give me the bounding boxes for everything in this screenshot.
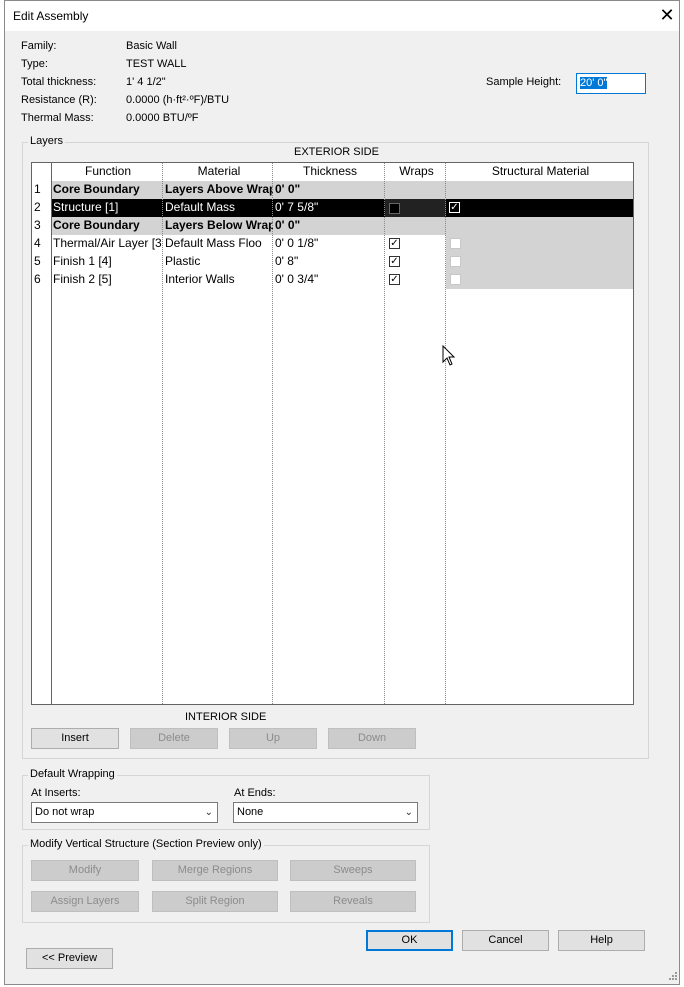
thickness-cell[interactable]: 0' 8" bbox=[273, 253, 385, 271]
structural-material-checkbox[interactable] bbox=[450, 238, 461, 249]
resize-grip-icon[interactable] bbox=[668, 971, 678, 981]
structural-material-checkbox[interactable] bbox=[450, 256, 461, 267]
thickness-cell[interactable]: 0' 0 3/4" bbox=[273, 271, 385, 289]
thickness-cell[interactable]: 0' 7 5/8" bbox=[273, 199, 385, 217]
exterior-side-label: EXTERIOR SIDE bbox=[294, 146, 379, 158]
resistance-value: 0.0000 (h·ft²·ºF)/BTU bbox=[126, 94, 230, 106]
table-row[interactable]: 4 Thermal/Air Layer [3 Default Mass Floo… bbox=[32, 235, 633, 253]
close-icon[interactable]: ✕ bbox=[657, 5, 677, 25]
material-cell[interactable]: Default Mass Floo bbox=[163, 235, 273, 253]
function-cell[interactable]: Core Boundary bbox=[51, 217, 163, 235]
table-row[interactable]: 6 Finish 2 [5] Interior Walls 0' 0 3/4" … bbox=[32, 271, 633, 289]
structural-material-cell bbox=[446, 235, 633, 253]
wraps-checkbox[interactable] bbox=[389, 203, 400, 214]
column-divider bbox=[384, 163, 385, 704]
function-cell[interactable]: Structure [1] bbox=[51, 199, 163, 217]
table-row[interactable]: 3 Core Boundary Layers Below Wrap 0' 0" bbox=[32, 217, 633, 235]
down-button[interactable]: Down bbox=[328, 728, 416, 749]
column-divider bbox=[445, 163, 446, 704]
thermal-mass-label: Thermal Mass: bbox=[21, 112, 94, 124]
table-row[interactable]: 5 Finish 1 [4] Plastic 0' 8" ✓ bbox=[32, 253, 633, 271]
insert-button[interactable]: Insert bbox=[31, 728, 119, 749]
modify-button[interactable]: Modify bbox=[31, 860, 139, 881]
thickness-cell[interactable]: 0' 0" bbox=[273, 217, 385, 235]
ok-button[interactable]: OK bbox=[366, 930, 453, 951]
structural-material-checkbox[interactable]: ✓ bbox=[449, 202, 460, 213]
row-number-header bbox=[32, 163, 51, 181]
function-cell[interactable]: Thermal/Air Layer [3 bbox=[51, 235, 163, 253]
thickness-label: Total thickness: bbox=[21, 76, 97, 88]
vertical-structure-title: Modify Vertical Structure (Section Previ… bbox=[28, 838, 264, 850]
type-value: TEST WALL bbox=[126, 58, 187, 70]
interior-side-label: INTERIOR SIDE bbox=[185, 711, 267, 723]
material-cell[interactable]: Layers Below Wrap bbox=[163, 217, 273, 235]
reveals-button[interactable]: Reveals bbox=[290, 891, 416, 912]
material-header[interactable]: Material bbox=[163, 163, 273, 181]
structural-material-cell bbox=[446, 271, 633, 289]
split-region-button[interactable]: Split Region bbox=[152, 891, 278, 912]
row-number: 2 bbox=[32, 199, 51, 217]
at-ends-select[interactable]: None ⌄ bbox=[233, 802, 418, 823]
merge-regions-button[interactable]: Merge Regions bbox=[152, 860, 278, 881]
structural-material-header[interactable]: Structural Material bbox=[446, 163, 633, 181]
delete-button[interactable]: Delete bbox=[130, 728, 218, 749]
row-number: 5 bbox=[34, 254, 41, 268]
table-row-selected[interactable]: 2 Structure [1] Default Mass 0' 7 5/8" ✓ bbox=[32, 199, 633, 217]
family-label: Family: bbox=[21, 40, 57, 52]
thickness-cell[interactable]: 0' 0 1/8" bbox=[273, 235, 385, 253]
title-bar: Edit Assembly ✕ bbox=[5, 1, 679, 31]
row-number: 6 bbox=[34, 272, 41, 286]
function-header[interactable]: Function bbox=[51, 163, 163, 181]
material-cell[interactable]: Plastic bbox=[163, 253, 273, 271]
at-inserts-select[interactable]: Do not wrap ⌄ bbox=[31, 802, 218, 823]
thermal-mass-value: 0.0000 BTU/ºF bbox=[126, 112, 199, 124]
material-cell[interactable]: Interior Walls bbox=[163, 271, 273, 289]
column-divider bbox=[51, 163, 52, 704]
type-label: Type: bbox=[21, 58, 48, 70]
thickness-value: 1' 4 1/2" bbox=[126, 76, 166, 88]
cancel-button[interactable]: Cancel bbox=[462, 930, 549, 951]
chevron-down-icon: ⌄ bbox=[204, 807, 213, 818]
sample-height-label: Sample Height: bbox=[486, 76, 562, 88]
function-cell[interactable]: Finish 1 [4] bbox=[51, 253, 163, 271]
row-number: 1 bbox=[32, 181, 51, 199]
assign-layers-button[interactable]: Assign Layers bbox=[31, 891, 139, 912]
thickness-cell[interactable]: 0' 0" bbox=[273, 181, 385, 199]
function-cell[interactable]: Finish 2 [5] bbox=[51, 271, 163, 289]
column-divider bbox=[162, 163, 163, 704]
wraps-checkbox[interactable]: ✓ bbox=[389, 238, 400, 249]
layers-group-title: Layers bbox=[28, 135, 66, 147]
at-ends-label: At Ends: bbox=[234, 787, 276, 799]
wraps-checkbox[interactable]: ✓ bbox=[389, 256, 400, 267]
mouse-cursor-icon bbox=[442, 345, 456, 366]
window-title: Edit Assembly bbox=[13, 9, 89, 23]
at-inserts-label: At Inserts: bbox=[31, 787, 81, 799]
chevron-down-icon: ⌄ bbox=[404, 807, 413, 818]
column-divider bbox=[272, 163, 273, 704]
structural-material-cell bbox=[446, 253, 633, 271]
at-inserts-value: Do not wrap bbox=[35, 806, 95, 818]
wraps-checkbox[interactable]: ✓ bbox=[389, 274, 400, 285]
family-value: Basic Wall bbox=[126, 40, 177, 52]
preview-button[interactable]: << Preview bbox=[26, 948, 113, 969]
at-ends-value: None bbox=[237, 806, 264, 818]
thickness-header[interactable]: Thickness bbox=[273, 163, 385, 181]
table-row[interactable]: 1 Core Boundary Layers Above Wrap 0' 0" bbox=[32, 181, 633, 199]
sample-height-input[interactable]: 20' 0" bbox=[576, 73, 646, 94]
row-number: 4 bbox=[34, 236, 41, 250]
table-header: Function Material Thickness Wraps Struct… bbox=[32, 163, 633, 182]
sweeps-button[interactable]: Sweeps bbox=[290, 860, 416, 881]
material-cell[interactable]: Default Mass bbox=[163, 199, 273, 217]
material-cell[interactable]: Layers Above Wrap bbox=[163, 181, 273, 199]
function-cell[interactable]: Core Boundary bbox=[51, 181, 163, 199]
up-button[interactable]: Up bbox=[229, 728, 317, 749]
resistance-label: Resistance (R): bbox=[21, 94, 97, 106]
row-number: 3 bbox=[32, 217, 51, 235]
default-wrapping-title: Default Wrapping bbox=[28, 768, 117, 780]
layers-table: Function Material Thickness Wraps Struct… bbox=[31, 162, 634, 705]
structural-material-checkbox[interactable] bbox=[450, 274, 461, 285]
help-button[interactable]: Help bbox=[558, 930, 645, 951]
sample-height-value: 20' 0" bbox=[580, 77, 608, 89]
wraps-header[interactable]: Wraps bbox=[385, 163, 446, 181]
